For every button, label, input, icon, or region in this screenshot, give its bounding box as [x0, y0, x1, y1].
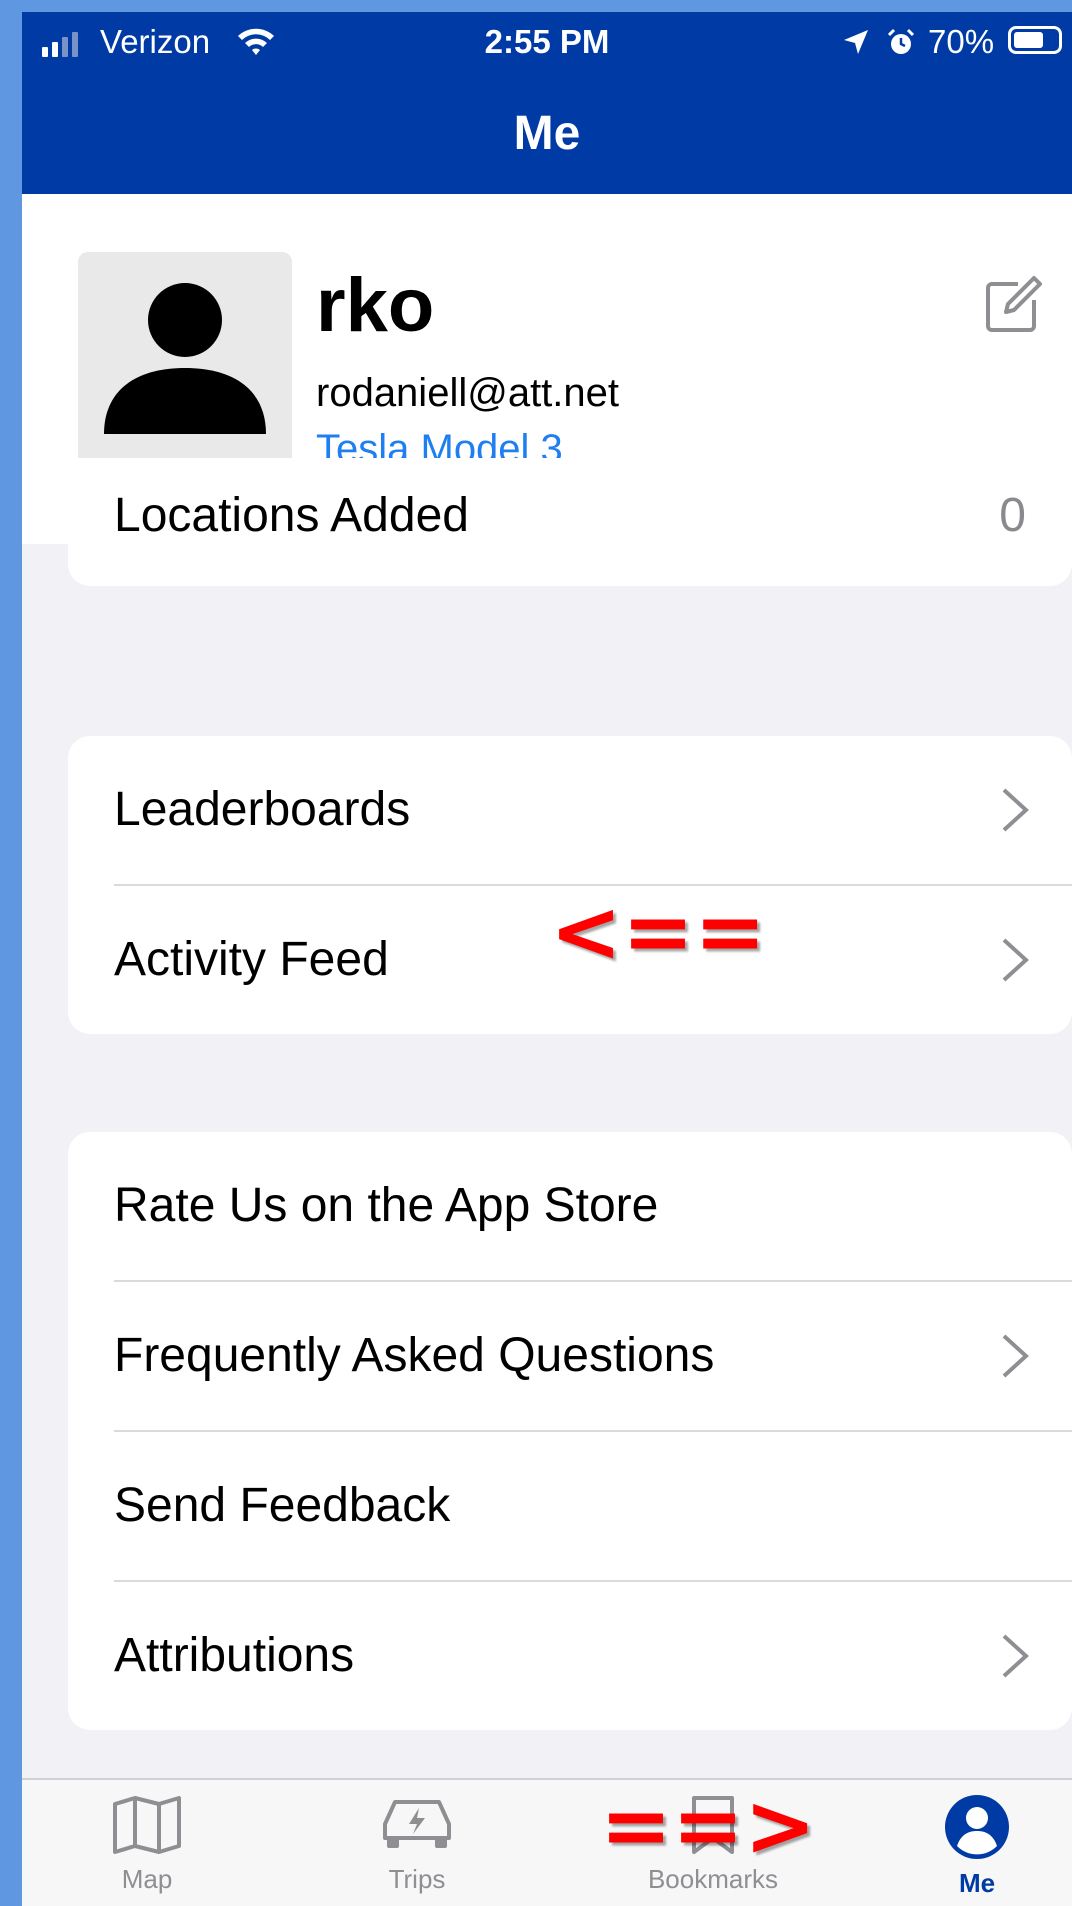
tab-map[interactable]: Map: [52, 1780, 242, 1906]
battery-icon: [1008, 26, 1062, 54]
row-label: Send Feedback: [114, 1479, 451, 1532]
annotation-left-arrow: <==: [550, 882, 767, 982]
send-feedback-row[interactable]: Send Feedback: [68, 1432, 1072, 1580]
stats-card: Locations Added 0: [68, 458, 1072, 586]
tab-me[interactable]: Me: [882, 1780, 1072, 1906]
chevron-right-icon: [1002, 1634, 1029, 1678]
rate-app-row[interactable]: Rate Us on the App Store: [68, 1132, 1072, 1280]
chevron-right-icon: [1002, 1334, 1029, 1378]
person-placeholder-icon: [104, 283, 266, 434]
avatar[interactable]: [78, 252, 292, 466]
support-card: Rate Us on the App Store Frequently Aske…: [68, 1132, 1072, 1730]
tab-bar: Map Trips Bookmarks Me: [22, 1778, 1072, 1906]
faq-row[interactable]: Frequently Asked Questions: [68, 1282, 1072, 1430]
person-icon: [945, 1795, 1009, 1859]
alarm-icon: [887, 28, 915, 54]
chevron-right-icon: [1002, 938, 1029, 982]
row-label: Rate Us on the App Store: [114, 1179, 659, 1232]
tab-label: Me: [958, 1868, 996, 1898]
tab-label: Trips: [388, 1864, 446, 1894]
battery-percent: 70%: [928, 23, 995, 60]
page-title: Me: [513, 107, 581, 160]
row-label: Activity Feed: [114, 933, 389, 986]
profile-email: rodaniell@att.net: [316, 371, 620, 415]
row-label: Locations Added: [114, 489, 469, 542]
row-label: Attributions: [114, 1629, 355, 1682]
header-bar: Verizon 2:55 PM 70% Me: [22, 12, 1072, 194]
attributions-row[interactable]: Attributions: [68, 1582, 1072, 1730]
leaderboards-row[interactable]: Leaderboards: [68, 736, 1072, 884]
chevron-right-icon: [1002, 788, 1029, 832]
profile-name: rko: [316, 263, 435, 348]
phone-screen: Verizon 2:55 PM 70% Me rko rodaniell@att…: [22, 12, 1072, 1906]
tab-label: Map: [121, 1864, 173, 1894]
map-icon: [113, 1796, 181, 1854]
row-label: Leaderboards: [114, 783, 411, 836]
locations-added-row: Locations Added 0: [68, 458, 1072, 586]
row-label: Frequently Asked Questions: [114, 1329, 715, 1382]
location-arrow-icon: [844, 30, 868, 54]
annotation-right-arrow: ==>: [600, 1776, 817, 1876]
car-charging-icon: [383, 1800, 451, 1848]
edit-profile-icon[interactable]: [982, 274, 1044, 336]
locations-added-count: 0: [999, 489, 1026, 542]
tab-trips[interactable]: Trips: [322, 1780, 512, 1906]
